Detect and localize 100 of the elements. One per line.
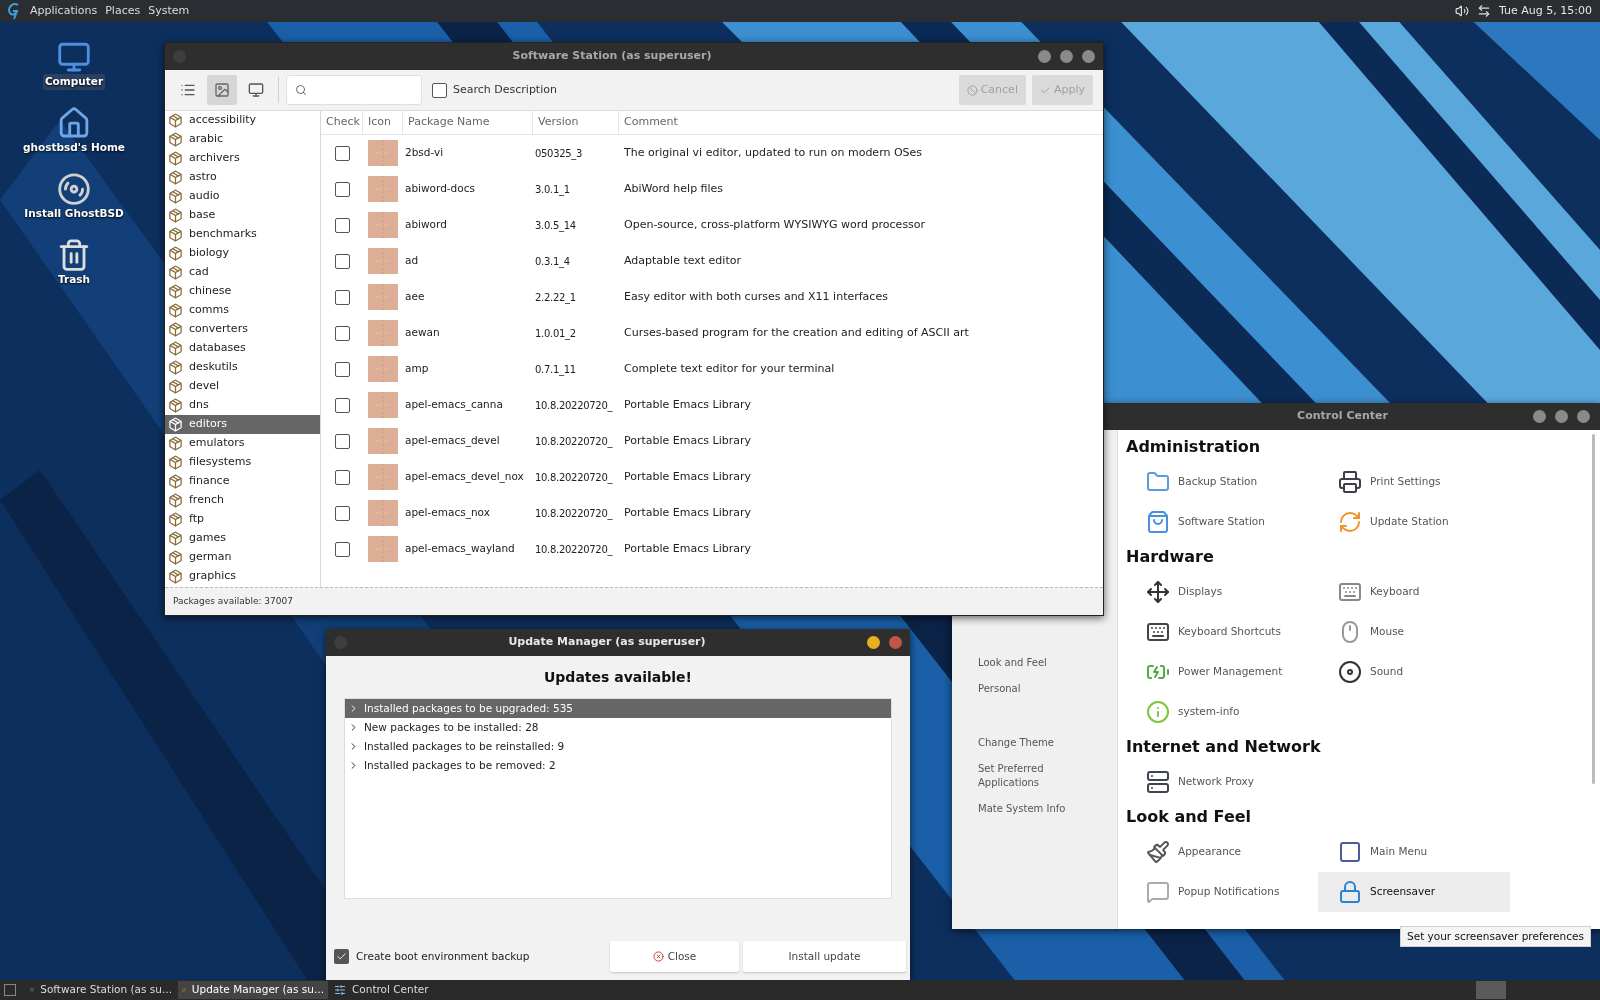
settings-item[interactable]: Popup Notifications <box>1126 872 1318 912</box>
sidebar-link[interactable]: Change Theme <box>978 736 1098 750</box>
desktop-icon-label[interactable]: Trash <box>56 272 92 288</box>
table-row[interactable]: amp 0.7.1_11 Complete text editor for your terminal <box>321 351 1103 387</box>
category-item[interactable]: french <box>165 491 320 510</box>
settings-item[interactable]: Displays <box>1126 572 1318 612</box>
category-item[interactable]: converters <box>165 320 320 339</box>
table-cell-text: apel-emacs_devel <box>404 433 501 449</box>
section-heading: Administration <box>1126 436 1262 458</box>
clock[interactable]: Tue Aug 5, 15:00 <box>1499 2 1592 20</box>
panel-menu[interactable]: System <box>148 2 190 20</box>
column-header[interactable]: Check <box>321 111 363 134</box>
category-item[interactable]: audio <box>165 187 320 206</box>
desktop-icon-label[interactable]: Computer <box>42 74 106 90</box>
table-cell-text: 10.8.20220720_ <box>534 506 614 521</box>
table-row[interactable]: apel-emacs_devel_nox 10.8.20220720_ Portable Emacs Library <box>321 459 1103 495</box>
sidebar-link[interactable]: Personal <box>978 682 1098 696</box>
category-item[interactable]: finance <box>165 472 320 491</box>
panel-menu[interactable]: Places <box>105 2 141 20</box>
column-header[interactable]: Package Name <box>403 111 533 134</box>
category-item[interactable]: astro <box>165 168 320 187</box>
category-item[interactable]: editors <box>165 415 320 434</box>
table-row[interactable]: aewan 1.0.01_2 Curses-based program for the creation and editing of ASCII art <box>321 315 1103 351</box>
sidebar-link[interactable]: Mate System Info <box>978 802 1098 816</box>
category-item[interactable]: archivers <box>165 149 320 168</box>
table-row[interactable]: apel-emacs_devel 10.8.20220720_ Portable Emacs Library <box>321 423 1103 459</box>
table-cell-text: Portable Emacs Library <box>623 504 752 521</box>
table-cell-text: 10.8.20220720_ <box>534 398 614 413</box>
desktop-icon-label[interactable]: ghostbsd's Home <box>21 140 127 156</box>
sidebar-link[interactable]: Set Preferred Applications <box>978 762 1098 790</box>
table-row[interactable]: 2bsd-vi 050325_3 The original vi editor, updated to run on modern OSes <box>321 135 1103 171</box>
update-row[interactable]: New packages to be installed: 28 <box>345 718 891 737</box>
table-row[interactable]: apel-emacs_nox 10.8.20220720_ Portable Emacs Library <box>321 495 1103 531</box>
table-cell-text: apel-emacs_wayland <box>404 541 516 557</box>
taskbar-button[interactable]: Software Station (as su... <box>26 981 176 999</box>
table-cell-text: abiword <box>404 217 448 233</box>
settings-item[interactable]: Mouse <box>1318 612 1510 652</box>
column-header[interactable]: Comment <box>619 111 1103 134</box>
category-item[interactable]: arabic <box>165 130 320 149</box>
table-row[interactable]: abiword-docs 3.0.1_1 AbiWord help files <box>321 171 1103 207</box>
category-item[interactable]: chinese <box>165 282 320 301</box>
table-cell-text: 10.8.20220720_ <box>534 470 614 485</box>
category-item[interactable]: cad <box>165 263 320 282</box>
table-cell-text: 1.0.01_2 <box>534 326 577 341</box>
table-cell-text: 3.0.5_14 <box>534 218 577 233</box>
settings-item[interactable]: Network Proxy <box>1126 762 1318 802</box>
settings-item[interactable]: Sound <box>1318 652 1510 692</box>
category-item[interactable]: base <box>165 206 320 225</box>
category-item[interactable]: graphics <box>165 567 320 586</box>
settings-item[interactable]: Update Station <box>1318 502 1510 542</box>
panel-menu[interactable]: Applications <box>30 2 98 20</box>
settings-item[interactable]: Power Management <box>1126 652 1318 692</box>
close-button[interactable]: Close <box>610 941 739 972</box>
category-item[interactable]: biology <box>165 244 320 263</box>
category-item[interactable]: german <box>165 548 320 567</box>
settings-item[interactable]: Software Station <box>1126 502 1318 542</box>
category-item[interactable]: deskutils <box>165 358 320 377</box>
category-item[interactable]: dns <box>165 396 320 415</box>
desktop-icon-label[interactable]: Install GhostBSD <box>22 206 126 222</box>
table-cell-text: Curses-based program for the creation and editing of ASCII art <box>623 324 970 341</box>
table-row[interactable]: ad 0.3.1_4 Adaptable text editor <box>321 243 1103 279</box>
settings-item[interactable]: Appearance <box>1126 832 1318 872</box>
category-item[interactable]: devel <box>165 377 320 396</box>
column-header[interactable]: Icon <box>363 111 403 134</box>
table-cell-text: 3.0.1_1 <box>534 182 571 197</box>
section-heading: Hardware <box>1126 546 1215 568</box>
window-title: Control Center <box>1296 408 1389 425</box>
settings-item[interactable]: Print Settings <box>1318 462 1510 502</box>
category-item[interactable]: accessibility <box>165 111 320 130</box>
category-item[interactable]: databases <box>165 339 320 358</box>
settings-item[interactable]: Backup Station <box>1126 462 1318 502</box>
category-item[interactable]: games <box>165 529 320 548</box>
sidebar-link[interactable]: Look and Feel <box>978 656 1098 670</box>
update-row[interactable]: Installed packages to be removed: 2 <box>345 756 891 775</box>
table-row[interactable]: abiword 3.0.5_14 Open-source, cross-platform WYSIWYG word processor <box>321 207 1103 243</box>
table-row[interactable]: apel-emacs_canna 10.8.20220720_ Portable Emacs Library <box>321 387 1103 423</box>
category-item[interactable]: ftp <box>165 510 320 529</box>
install-button[interactable]: Install update <box>743 941 906 972</box>
table-cell-text: amp <box>404 361 430 377</box>
settings-item[interactable]: Keyboard Shortcuts <box>1126 612 1318 652</box>
table-row[interactable]: apel-emacs_wayland 10.8.20220720_ Portable Emacs Library <box>321 531 1103 567</box>
settings-item[interactable]: Screensaver <box>1318 872 1510 912</box>
update-row[interactable]: Installed packages to be reinstalled: 9 <box>345 737 891 756</box>
update-row[interactable]: Installed packages to be upgraded: 535 <box>345 699 891 718</box>
table-cell-text: Adaptable text editor <box>623 252 742 269</box>
taskbar-button[interactable]: Control Center <box>330 981 480 999</box>
table-cell-text: apel-emacs_canna <box>404 397 504 413</box>
table-cell-text: abiword-docs <box>404 181 476 197</box>
settings-item[interactable]: Main Menu <box>1318 832 1510 872</box>
table-row[interactable]: aee 2.2.22_1 Easy editor with both curses and X11 interfaces <box>321 279 1103 315</box>
taskbar-button[interactable]: Update Manager (as su... <box>178 981 328 999</box>
category-item[interactable]: filesystems <box>165 453 320 472</box>
column-header[interactable]: Version <box>533 111 619 134</box>
category-item[interactable]: benchmarks <box>165 225 320 244</box>
table-cell-text: 050325_3 <box>534 146 584 161</box>
settings-item[interactable]: system-info <box>1126 692 1318 732</box>
category-item[interactable]: emulators <box>165 434 320 453</box>
settings-item[interactable]: Keyboard <box>1318 572 1510 612</box>
category-item[interactable]: comms <box>165 301 320 320</box>
table-cell-text: aewan <box>404 325 441 341</box>
